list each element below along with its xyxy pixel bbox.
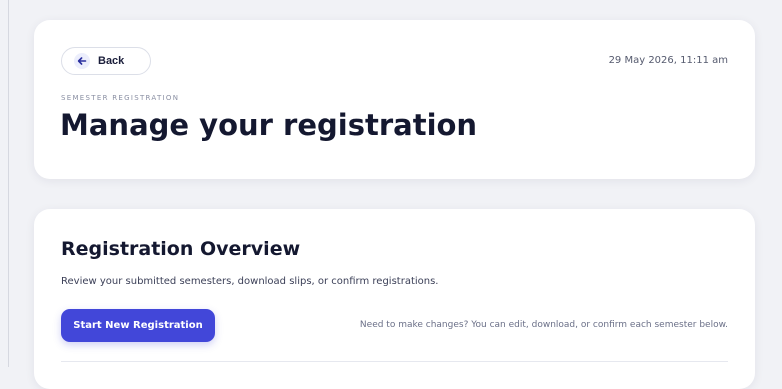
registration-header-card: Back 29 May 2026, 11:11 am SEMESTER REGI… (34, 20, 755, 179)
back-button[interactable]: Back (61, 47, 151, 75)
registration-overview-card: Registration Overview Review your submit… (34, 209, 755, 389)
page-title: Manage your registration (60, 108, 478, 142)
page-left-border (8, 0, 9, 367)
current-datetime: 29 May 2026, 11:11 am (608, 55, 728, 66)
start-new-registration-button[interactable]: Start New Registration (61, 309, 215, 342)
section-divider (61, 361, 728, 362)
back-button-label: Back (98, 55, 125, 67)
arrow-left-icon (74, 53, 90, 69)
overview-description: Review your submitted semesters, downloa… (61, 276, 439, 287)
changes-hint: Need to make changes? You can edit, down… (359, 320, 728, 330)
section-eyebrow: SEMESTER REGISTRATION (61, 94, 180, 102)
overview-title: Registration Overview (61, 238, 301, 260)
